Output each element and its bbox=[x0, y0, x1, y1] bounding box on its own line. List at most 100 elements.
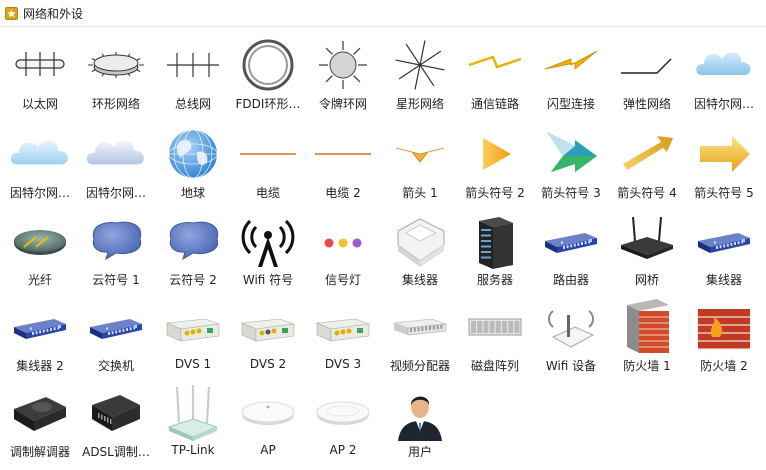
shape-item[interactable]: 弹性网络 bbox=[609, 27, 685, 115]
shape-item[interactable]: 防火墙 2 bbox=[686, 289, 762, 377]
shape-label: 云符号 1 bbox=[92, 273, 140, 287]
disk-array-icon bbox=[465, 297, 525, 357]
shape-item[interactable]: 路由器 bbox=[533, 203, 609, 291]
shape-item[interactable]: 电缆 2 bbox=[305, 116, 381, 204]
ethernet-icon bbox=[10, 35, 70, 95]
user-icon bbox=[390, 383, 450, 443]
shape-label: 电缆 2 bbox=[325, 186, 361, 200]
shape-label: 电缆 bbox=[255, 186, 280, 200]
shape-item[interactable]: 箭头符号 4 bbox=[609, 116, 685, 204]
arrow-symbol-5-icon bbox=[694, 124, 754, 184]
shape-label: 环形网络 bbox=[91, 97, 140, 111]
shape-label: 箭头 1 bbox=[402, 186, 438, 200]
shape-label: TP-Link bbox=[171, 443, 215, 457]
hub-white-icon bbox=[390, 211, 450, 271]
shape-item[interactable]: 箭头符号 5 bbox=[686, 116, 762, 204]
shape-label: 调制解调器 bbox=[9, 445, 70, 459]
shape-item[interactable]: 电缆 bbox=[230, 116, 306, 204]
shape-item[interactable]: 视频分配器 bbox=[382, 289, 458, 377]
shape-label: 箭头符号 4 bbox=[617, 186, 677, 200]
shape-item[interactable]: 总线网 bbox=[155, 27, 231, 115]
router-icon bbox=[541, 211, 601, 271]
shape-item[interactable]: 磁盘阵列 bbox=[457, 289, 533, 377]
shape-item[interactable]: 云符号 1 bbox=[78, 203, 154, 291]
shape-item[interactable]: 集线器 bbox=[382, 203, 458, 291]
token-ring-icon bbox=[313, 35, 373, 95]
shape-item[interactable]: 箭头符号 3 bbox=[533, 116, 609, 204]
shape-label: 用户 bbox=[407, 445, 432, 459]
ap-2-icon bbox=[313, 383, 373, 443]
wifi-symbol-icon bbox=[238, 211, 298, 271]
shape-item[interactable]: 集线器 2 bbox=[2, 289, 78, 377]
shape-item[interactable]: DVS 3 bbox=[305, 289, 381, 377]
modem-icon bbox=[10, 383, 70, 443]
shape-item[interactable]: 因特尔网… bbox=[686, 27, 762, 115]
shape-label: 集线器 bbox=[401, 273, 438, 287]
shape-item[interactable]: 箭头符号 2 bbox=[457, 116, 533, 204]
shape-label: 云符号 2 bbox=[169, 273, 217, 287]
shape-item[interactable]: 防火墙 1 bbox=[609, 289, 685, 377]
signal-light-icon bbox=[313, 211, 373, 271]
shape-item[interactable]: 集线器 bbox=[686, 203, 762, 291]
shape-label: 以太网 bbox=[21, 97, 58, 111]
shape-item[interactable]: Wifi 符号 bbox=[230, 203, 306, 291]
firewall-1-icon bbox=[617, 297, 677, 357]
internet-cloud-2-icon bbox=[10, 124, 70, 184]
shape-item[interactable]: 云符号 2 bbox=[155, 203, 231, 291]
panel-header[interactable]: 网络和外设 bbox=[0, 0, 766, 27]
internet-cloud-3-icon bbox=[86, 124, 146, 184]
shape-label: 星形网络 bbox=[395, 97, 444, 111]
adsl-modem-icon bbox=[86, 383, 146, 443]
shape-item[interactable]: 用户 bbox=[382, 375, 458, 463]
arrow-symbol-4-icon bbox=[617, 124, 677, 184]
shape-item[interactable]: 通信链路 bbox=[457, 27, 533, 115]
shape-grid: 以太网 环形网络 总线网 FDDI环形… 令牌环网 星形网络 通信链路 闪型连接 弹性网络… bbox=[0, 27, 766, 470]
shape-item[interactable]: 服务器 bbox=[457, 203, 533, 291]
globe-icon bbox=[163, 124, 223, 184]
shape-item[interactable]: 调制解调器 bbox=[2, 375, 78, 463]
shape-item[interactable]: Wifi 设备 bbox=[533, 289, 609, 377]
dvs-1-icon bbox=[163, 297, 223, 357]
cable-icon bbox=[238, 124, 298, 184]
shape-label: ADSL调制… bbox=[82, 445, 150, 459]
shape-item[interactable]: 交换机 bbox=[78, 289, 154, 377]
shape-item[interactable]: 因特尔网… bbox=[2, 116, 78, 204]
firewall-2-icon bbox=[694, 297, 754, 357]
shape-item[interactable]: 网桥 bbox=[609, 203, 685, 291]
ring-network-icon bbox=[86, 35, 146, 95]
shape-label: AP 2 bbox=[329, 443, 357, 457]
star-network-icon bbox=[390, 35, 450, 95]
shape-label: 通信链路 bbox=[470, 97, 519, 111]
shape-label: 路由器 bbox=[552, 273, 589, 287]
shape-item[interactable]: DVS 1 bbox=[155, 289, 231, 377]
shape-label: 因特尔网… bbox=[693, 97, 754, 111]
shape-label: 交换机 bbox=[97, 359, 134, 373]
shape-item[interactable]: 星形网络 bbox=[382, 27, 458, 115]
elastic-network-icon bbox=[617, 35, 677, 95]
shape-item[interactable]: DVS 2 bbox=[230, 289, 306, 377]
shape-item[interactable]: 闪型连接 bbox=[533, 27, 609, 115]
shape-label: 弹性网络 bbox=[622, 97, 671, 111]
shape-item[interactable]: FDDI环形… bbox=[230, 27, 306, 115]
shape-item[interactable]: 地球 bbox=[155, 116, 231, 204]
arrow-symbol-3-icon bbox=[541, 124, 601, 184]
shape-item[interactable]: 以太网 bbox=[2, 27, 78, 115]
shape-label: 磁盘阵列 bbox=[470, 359, 519, 373]
shape-item[interactable]: 因特尔网… bbox=[78, 116, 154, 204]
shape-label: 箭头符号 3 bbox=[541, 186, 601, 200]
shape-item[interactable]: 信号灯 bbox=[305, 203, 381, 291]
shape-item[interactable]: AP 2 bbox=[305, 375, 381, 463]
shape-label: 令牌环网 bbox=[318, 97, 367, 111]
shape-item[interactable]: TP-Link bbox=[155, 375, 231, 463]
fiber-icon bbox=[10, 211, 70, 271]
shape-item[interactable]: 光纤 bbox=[2, 203, 78, 291]
shape-item[interactable]: 令牌环网 bbox=[305, 27, 381, 115]
shape-label: 闪型连接 bbox=[546, 97, 595, 111]
shape-item[interactable]: 环形网络 bbox=[78, 27, 154, 115]
fddi-ring-icon bbox=[238, 35, 298, 95]
shape-label: 网桥 bbox=[634, 273, 659, 287]
shape-item[interactable]: ADSL调制… bbox=[78, 375, 154, 463]
shape-item[interactable]: 箭头 1 bbox=[382, 116, 458, 204]
comm-link-icon bbox=[465, 35, 525, 95]
shape-item[interactable]: AP bbox=[230, 375, 306, 463]
